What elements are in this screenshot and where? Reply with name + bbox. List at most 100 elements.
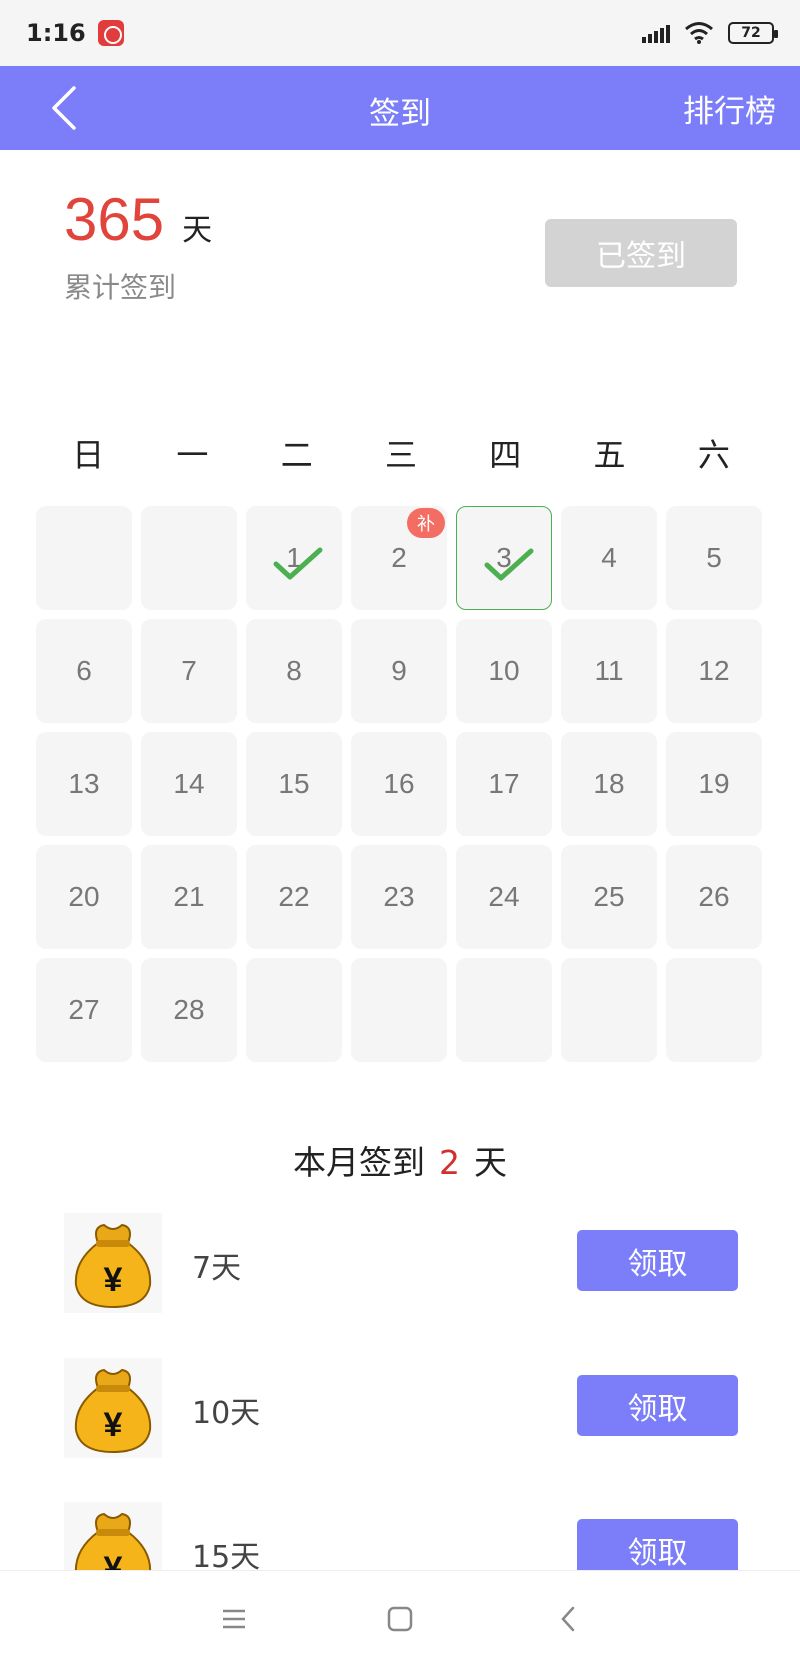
calendar-day[interactable]: 6 [36, 619, 132, 723]
money-bag-icon: ¥ [64, 1358, 162, 1458]
calendar-day[interactable]: 16 [351, 732, 447, 836]
svg-text:¥: ¥ [104, 1406, 123, 1444]
reward-days-label: 7天 [192, 1251, 242, 1286]
calendar-day[interactable]: 26 [666, 845, 762, 949]
month-summary-prefix: 本月签到 [293, 1143, 425, 1182]
weekday-label: 一 [176, 436, 209, 474]
calendar-empty-cell [456, 958, 552, 1062]
status-icons: 72 [642, 21, 778, 45]
reward-row: ¥ 10天 领取 [0, 1358, 800, 1458]
calendar-day[interactable]: 1 [246, 506, 342, 610]
calendar-day[interactable]: 13 [36, 732, 132, 836]
day-number: 26 [698, 881, 730, 912]
day-number: 12 [698, 655, 730, 686]
calendar-empty-cell [666, 958, 762, 1062]
claim-button[interactable]: 领取 [577, 1375, 738, 1436]
calendar-day[interactable]: 4 [561, 506, 657, 610]
calendar-day[interactable]: 12 [666, 619, 762, 723]
day-number: 10 [488, 655, 520, 686]
calendar-day[interactable]: 5 [666, 506, 762, 610]
weekday-label: 二 [280, 436, 313, 474]
calendar-day[interactable]: 21 [141, 845, 237, 949]
day-number: 19 [698, 768, 730, 799]
day-number: 15 [278, 768, 310, 799]
day-number: 7 [181, 655, 197, 686]
day-number: 17 [488, 768, 520, 799]
status-time: 1:16 [26, 19, 86, 47]
month-summary-suffix: 天 [474, 1143, 507, 1182]
calendar-grid: 1 2 补 3 4 5 6 7 8 9 10 11 12 13 14 15 16 17 18 19 20 21 22 23 24… [36, 506, 762, 1062]
calendar-day[interactable]: 18 [561, 732, 657, 836]
calendar-day[interactable]: 15 [246, 732, 342, 836]
day-number: 2 [391, 542, 407, 573]
weekday-label: 三 [384, 436, 417, 474]
total-days-count: 365 [64, 186, 165, 253]
month-checkin-count: 2 [439, 1143, 460, 1182]
calendar-day[interactable]: 2补 [351, 506, 447, 610]
calendar-day[interactable]: 23 [351, 845, 447, 949]
home-square-icon [387, 1606, 413, 1632]
calendar-day[interactable]: 3 [456, 506, 552, 610]
day-number: 13 [68, 768, 100, 799]
total-days-label: 累计签到 [64, 271, 177, 304]
day-number: 20 [68, 881, 100, 912]
calendar-empty-cell [141, 506, 237, 610]
calendar-day[interactable]: 20 [36, 845, 132, 949]
ranking-link[interactable]: 排行榜 [683, 86, 776, 131]
weekday-header: 日一二三四五六 [36, 430, 766, 476]
calendar-empty-cell [36, 506, 132, 610]
day-number: 9 [391, 655, 407, 686]
checkin-summary: 365 天 累计签到 [64, 185, 212, 306]
calendar-day[interactable]: 24 [456, 845, 552, 949]
calendar-empty-cell [246, 958, 342, 1062]
calendar-day[interactable]: 22 [246, 845, 342, 949]
day-number: 18 [593, 768, 625, 799]
money-bag-icon: ¥ [64, 1213, 162, 1313]
calendar-day[interactable]: 10 [456, 619, 552, 723]
makeup-checkin-badge: 补 [407, 508, 445, 538]
checkmark-icon [273, 547, 323, 580]
back-chevron-icon [561, 1606, 575, 1632]
calendar-day[interactable]: 28 [141, 958, 237, 1062]
day-number: 11 [594, 655, 624, 686]
day-number: 14 [173, 768, 205, 799]
day-number: 5 [706, 542, 722, 573]
app-notification-icon [97, 20, 124, 46]
calendar-day[interactable]: 11 [561, 619, 657, 723]
weekday-label: 五 [593, 436, 626, 474]
calendar-day[interactable]: 25 [561, 845, 657, 949]
calendar-day[interactable]: 17 [456, 732, 552, 836]
calendar-day[interactable]: 14 [141, 732, 237, 836]
calendar-day[interactable]: 27 [36, 958, 132, 1062]
weekday-label: 日 [72, 436, 105, 474]
day-number: 8 [286, 655, 302, 686]
calendar-day[interactable]: 8 [246, 619, 342, 723]
weekday-label: 六 [697, 436, 730, 474]
calendar-day[interactable]: 19 [666, 732, 762, 836]
reward-days-label: 10天 [192, 1396, 261, 1431]
day-number: 24 [488, 881, 520, 912]
claim-button[interactable]: 领取 [577, 1230, 738, 1291]
day-number: 22 [278, 881, 310, 912]
checked-in-button[interactable]: 已签到 [545, 219, 737, 287]
system-back-button[interactable] [544, 1595, 592, 1643]
battery-level: 72 [741, 25, 761, 41]
day-number: 4 [601, 542, 617, 573]
calendar-day[interactable]: 7 [141, 619, 237, 723]
day-number: 6 [76, 655, 92, 686]
signal-icon [642, 23, 670, 43]
weekday-label: 四 [489, 436, 522, 474]
day-number: 27 [68, 994, 100, 1025]
calendar-empty-cell [561, 958, 657, 1062]
wifi-icon [685, 22, 713, 44]
home-button[interactable] [376, 1595, 424, 1643]
checkmark-icon [484, 548, 534, 581]
menu-button[interactable] [210, 1595, 258, 1643]
svg-text:¥: ¥ [104, 1261, 123, 1299]
calendar-empty-cell [351, 958, 447, 1062]
day-number: 28 [173, 994, 205, 1025]
calendar-day[interactable]: 9 [351, 619, 447, 723]
day-number: 21 [173, 881, 205, 912]
total-days: 365 天 [64, 185, 212, 254]
total-days-unit: 天 [182, 213, 213, 248]
